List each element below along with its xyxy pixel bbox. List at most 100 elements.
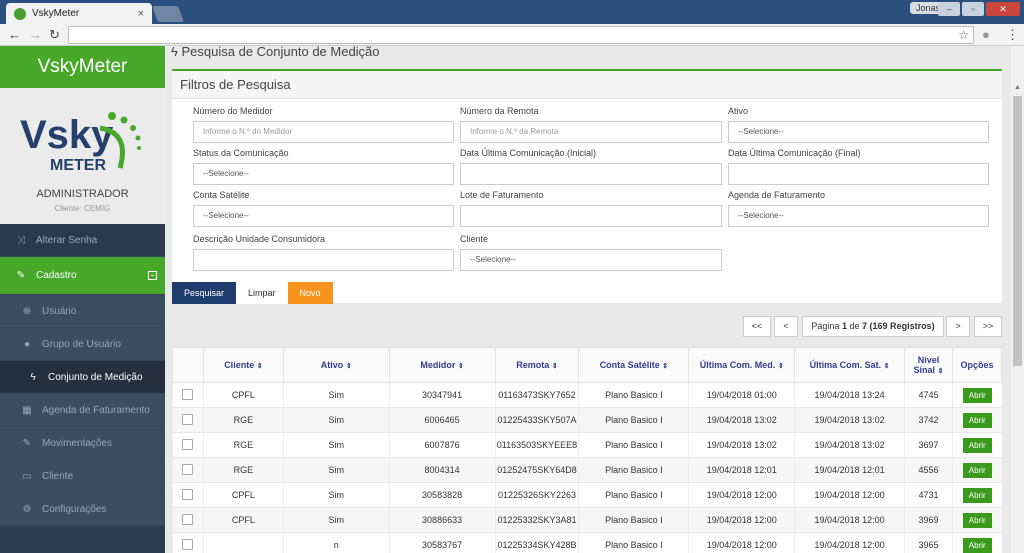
abrir-button[interactable]: Abrir [962,412,992,428]
sidebar-item-agenda-faturamento[interactable]: ▦ Agenda de Faturamento [0,394,165,427]
data-final-input[interactable] [728,163,989,185]
scroll-up-icon[interactable]: ▲ [1014,84,1021,91]
table-row[interactable]: CPFL Sim 30886633 01225332SKY3A81 Plano Basi… [172,507,1002,533]
table-cell: n [282,532,390,553]
collapse-icon[interactable]: − [148,271,157,280]
tab-close-icon[interactable]: × [138,8,144,20]
table-cell: CPFL [202,482,284,508]
row-checkbox[interactable] [182,513,194,525]
abrir-button[interactable]: Abrir [962,537,992,553]
column-header-ultima-com-med[interactable]: Última Com. Med. ⇕ [688,347,796,383]
numero-medidor-label: Número do Medidor [193,106,273,116]
pesquisar-button[interactable]: Pesquisar [172,282,237,304]
bookmark-star-icon[interactable]: ☆ [958,28,969,42]
row-checkbox[interactable] [182,388,194,400]
row-checkbox[interactable] [182,463,194,475]
table-cell: 01225334SKY428B [494,532,579,553]
sidebar-item-conjunto-medicao[interactable]: ϟ Conjunto de Medição [0,361,165,394]
minimize-button[interactable]: – [938,2,960,16]
abrir-button[interactable]: Abrir [962,387,992,403]
reload-icon[interactable]: ↻ [49,27,60,43]
numero-remota-input[interactable]: Informe o N.º da Remota [460,121,722,143]
browser-tab[interactable]: VskyMeter × [6,3,152,24]
abrir-button[interactable]: Abrir [962,487,992,503]
table-cell: 19/04/2018 12:00 [688,482,795,508]
first-page-button[interactable]: << [743,316,771,337]
status-select[interactable]: --Selecione-- [193,163,454,185]
table-row[interactable]: RGE Sim 6007876 01163503SKYEEE8 Plano Basico… [172,432,1002,458]
table-cell: 3965 [904,532,953,553]
browser-menu-icon[interactable]: ⋮ [1006,27,1019,43]
column-header-conta-satelite[interactable]: Conta Satélite ⇕ [578,347,690,383]
sidebar-item-cliente[interactable]: ▭ Cliente [0,460,165,493]
table-row[interactable]: CPFL Sim 30347941 01163473SKY7652 Plano Basi… [172,382,1002,408]
close-window-button[interactable]: ✕ [986,2,1020,16]
prev-page-button[interactable]: < [774,316,798,337]
data-inicial-input[interactable] [460,163,722,185]
forward-icon[interactable]: → [29,27,42,43]
data-inicial-label: Data Última Comunicação (Inicial) [460,148,597,158]
sidebar-item-cadastro[interactable]: ✎ Cadastro − [0,257,165,295]
row-checkbox-cell [172,382,204,408]
column-header-remota[interactable]: Remota ⇕ [494,347,580,383]
table-row[interactable]: CPFL Sim 30583828 01225326SKY2263 Plano Basi… [172,482,1002,508]
last-page-button[interactable]: >> [974,316,1002,337]
numero-medidor-input[interactable]: Informe o N.º do Medidor [193,121,454,143]
table-row[interactable]: n 30583767 01225334SKY428B Plano Basico I 19… [172,532,1002,553]
row-checkbox-cell [172,432,204,458]
table-cell: RGE [202,457,284,483]
column-header-nivel-sinal[interactable]: Nível Sinal ⇕ [904,347,953,383]
row-checkbox-cell [172,507,204,533]
lote-input[interactable] [460,205,722,227]
agenda-select[interactable]: --Selecione-- [728,205,989,227]
maximize-button[interactable]: ▫ [962,2,984,16]
column-header-medidor[interactable]: Medidor ⇕ [388,347,496,383]
descricao-input[interactable] [193,249,454,271]
row-checkbox[interactable] [182,488,194,500]
column-header-ativo[interactable]: Ativo ⇕ [282,347,390,383]
abrir-button[interactable]: Abrir [962,437,992,453]
select-column-header [172,347,204,383]
sidebar-item-grupo-usuario[interactable]: ● Grupo de Usuário [0,328,165,361]
conta-select[interactable]: --Selecione-- [193,205,454,227]
sidebar-item-movimentacoes[interactable]: ✎ Movimentações [0,427,165,460]
user-client: Cliente: CEMIG [54,204,111,213]
table-cell: 01163473SKY7652 [494,382,579,408]
row-checkbox-cell [172,457,204,483]
novo-button[interactable]: Novo [287,282,333,304]
table-cell: 01252475SKY64D8 [494,457,579,483]
cliente-label: Cliente [460,234,489,244]
column-header-cliente[interactable]: Cliente ⇕ [202,347,284,383]
row-checkbox[interactable] [182,438,194,450]
sidebar-item-alterar-senha[interactable]: ⤨ Alterar Senha [0,224,165,257]
table-cell: Sim [282,507,390,533]
table-cell: Sim [282,482,390,508]
extension-icon[interactable]: ● [982,27,990,43]
cliente-select[interactable]: --Selecione-- [460,249,722,271]
table-cell: Plano Basico I [578,532,689,553]
brand-title[interactable]: VskyMeter [0,46,165,88]
scrollbar-thumb[interactable] [1013,96,1022,366]
back-icon[interactable]: ← [8,27,21,43]
abrir-button[interactable]: Abrir [962,512,992,528]
table-row[interactable]: RGE Sim 6006465 01225433SKY507A Plano Basico… [172,407,1002,433]
table-cell: Plano Basico I [578,407,689,433]
address-bar[interactable]: ☆ [68,26,974,44]
descricao-label: Descrição Unidade Consumidora [193,234,326,244]
table-row[interactable]: RGE Sim 8004314 01252475SKY64D8 Plano Basico… [172,457,1002,483]
abrir-button[interactable]: Abrir [962,462,992,478]
column-header-ultima-com-sat[interactable]: Última Com. Sat. ⇕ [794,347,906,383]
filter-panel-title: Filtros de Pesquisa [172,71,1002,99]
limpar-button[interactable]: Limpar [236,282,288,304]
new-tab-button[interactable] [152,6,184,22]
sidebar-item-usuario[interactable]: ⊕ Usuário [0,295,165,328]
next-page-button[interactable]: > [946,316,970,337]
table-cell: 19/04/2018 13:02 [688,432,795,458]
row-checkbox[interactable] [182,538,194,550]
row-checkbox-cell [172,532,204,553]
sidebar-item-configuracoes[interactable]: ⚙ Configurações [0,493,165,526]
row-checkbox[interactable] [182,413,194,425]
page-scrollbar[interactable]: ▲ [1011,46,1024,553]
table-cell: 01225332SKY3A81 [494,507,579,533]
ativo-select[interactable]: --Selecione-- [728,121,989,143]
